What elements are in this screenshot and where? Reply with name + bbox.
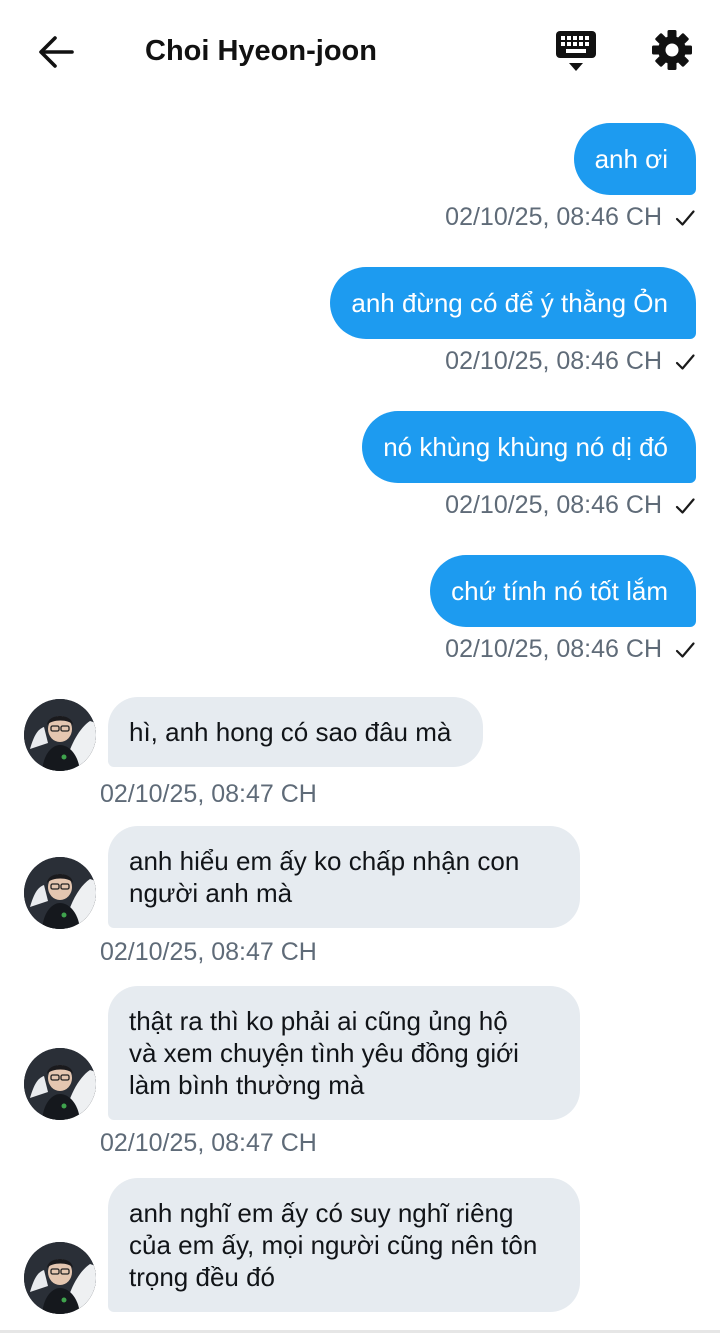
message-line: và xem chuyện tình yêu đồng giới [129,1038,519,1068]
timestamp: 02/10/25, 08:46 CH [445,635,662,663]
timestamp: 02/10/25, 08:46 CH [445,203,662,231]
incoming-bubble[interactable]: anh hiểu em ấy ko chấp nhận con người an… [108,826,580,928]
message-line: làm bình thường mà [129,1070,365,1100]
outgoing-bubble[interactable]: anh đừng có để ý thằng Ỏn [330,267,696,339]
incoming-message: anh nghĩ em ấy có suy nghĩ riêng của em … [24,1178,624,1318]
message-meta: 02/10/25, 08:46 CH [445,347,696,376]
outgoing-message: anh ơi 02/10/25, 08:46 CH [445,123,696,232]
avatar-image [24,1242,96,1314]
outgoing-message: anh đừng có để ý thằng Ỏn 02/10/25, 08:4… [330,267,696,376]
timestamp: 02/10/25, 08:46 CH [445,347,662,375]
timestamp: 02/10/25, 08:47 CH [100,1129,317,1157]
incoming-message: anh hiểu em ấy ko chấp nhận con người an… [24,826,624,976]
incoming-message: thật ra thì ko phải ai cũng ủng hộ và xe… [24,986,624,1171]
outgoing-message: chứ tính nó tốt lắm 02/10/25, 08:46 CH [430,555,696,664]
outgoing-bubble[interactable]: anh ơi [573,123,696,195]
message-thread[interactable]: anh ơi 02/10/25, 08:46 CH anh đừng có để… [0,0,720,1333]
avatar[interactable] [24,1242,96,1314]
timestamp: 02/10/25, 08:46 CH [445,491,662,519]
check-icon [675,497,695,514]
message-meta: 02/10/25, 08:46 CH [445,635,696,664]
message-meta: 02/10/25, 08:46 CH [445,203,696,232]
message-line: anh hiểu em ấy ko chấp nhận con [129,846,520,876]
timestamp: 02/10/25, 08:47 CH [100,938,317,966]
timestamp: 02/10/25, 08:47 CH [100,780,317,808]
incoming-bubble[interactable]: hì, anh hong có sao đâu mà [108,697,484,767]
outgoing-bubble[interactable]: chứ tính nó tốt lắm [430,555,696,627]
avatar[interactable] [24,699,96,771]
incoming-bubble[interactable]: anh nghĩ em ấy có suy nghĩ riêng của em … [108,1178,580,1312]
avatar[interactable] [24,1048,96,1120]
avatar-image [24,857,96,929]
outgoing-bubble[interactable]: nó khùng khùng nó dị đó [362,411,696,483]
incoming-bubble[interactable]: thật ra thì ko phải ai cũng ủng hộ và xe… [108,986,580,1120]
avatar[interactable] [24,857,96,929]
message-line: thật ra thì ko phải ai cũng ủng hộ [129,1006,508,1036]
chat-screen: Choi Hyeon-joon anh ơi 02/10/25, 08:46 C… [0,0,720,1333]
message-line: hì, anh hong có sao đâu mà [129,717,452,747]
message-meta: 02/10/25, 08:46 CH [445,491,696,520]
message-line: anh nghĩ em ấy có suy nghĩ riêng [129,1198,514,1228]
check-icon [675,641,695,658]
message-line: trọng đều đó [129,1262,276,1292]
incoming-message: hì, anh hong có sao đâu mà 02/10/25, 08:… [24,697,624,817]
avatar-image [24,699,96,771]
outgoing-message: nó khùng khùng nó dị đó 02/10/25, 08:46 … [362,411,696,520]
message-line: của em ấy, mọi người cũng nên tôn [129,1230,538,1260]
avatar-image [24,1048,96,1120]
message-line: người anh mà [129,878,293,908]
check-icon [675,353,695,370]
check-icon [675,209,695,226]
